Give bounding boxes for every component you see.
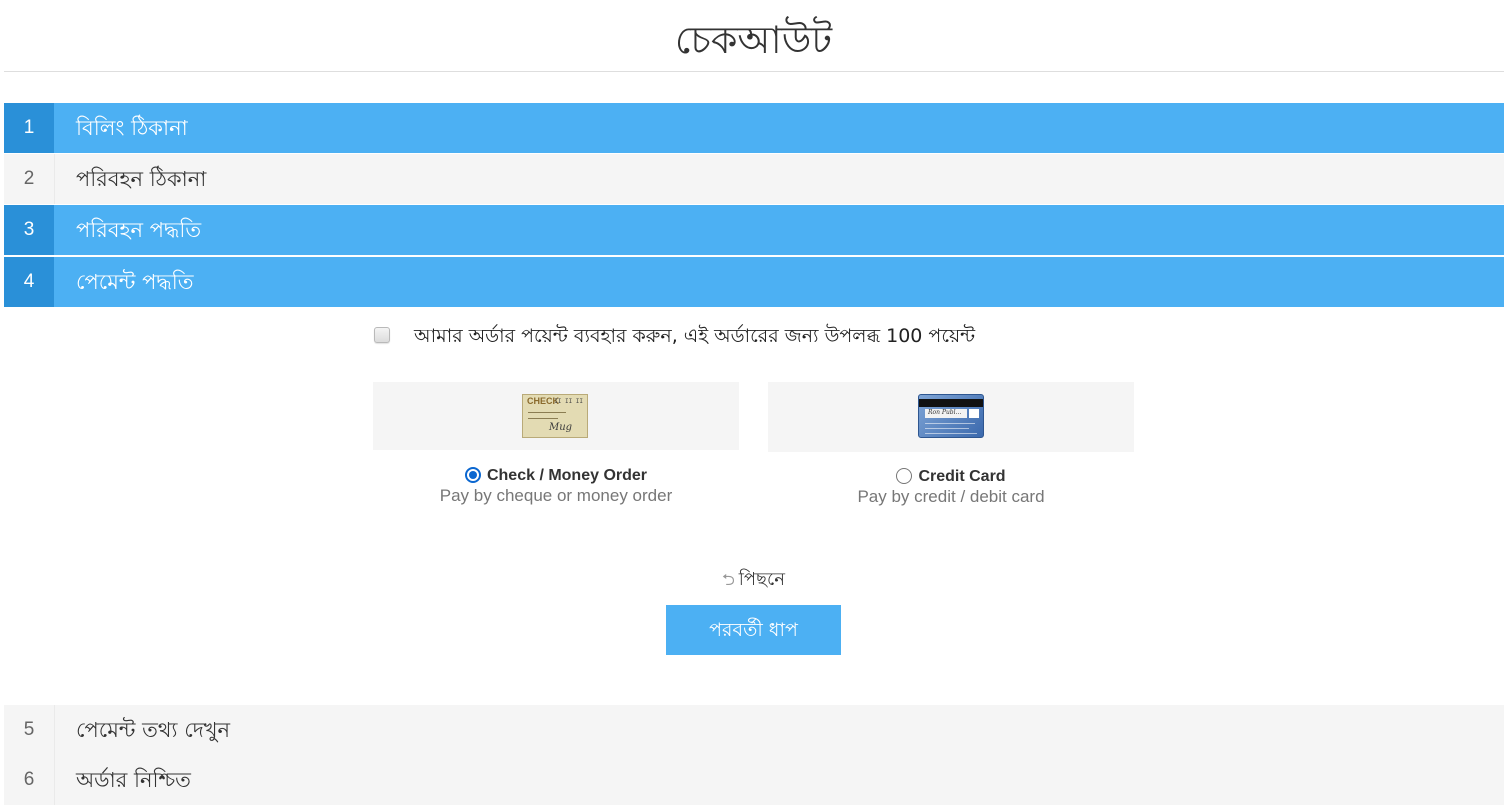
step-label: পেমেন্ট পদ্ধতি [76, 270, 194, 294]
card-signature-strip: Ron Publ... [925, 409, 967, 418]
card-magnetic-stripe [919, 399, 983, 407]
step-shipping-method[interactable]: 3 পরিবহন পদ্ধতি [4, 205, 1504, 255]
step-payment-method[interactable]: 4 পেমেন্ট পদ্ধতি [4, 257, 1504, 307]
step-number: 3 [4, 205, 54, 255]
radio-credit-card[interactable] [896, 468, 913, 484]
card-line [925, 433, 977, 434]
payment-method-card-name[interactable]: Credit Card [768, 467, 1134, 486]
step-order-confirm[interactable]: 6 অর্ডার নিশ্চিত [4, 755, 1504, 805]
check-image-signature: Mug [549, 422, 573, 433]
step-number: 4 [4, 257, 54, 307]
step-billing-address[interactable]: 1 বিলিং ঠিকানা [4, 103, 1504, 153]
check-image-code: II II II [554, 398, 583, 405]
payment-method-check: Check / Money Order Pay by cheque or mon… [373, 466, 739, 507]
back-label: পিছনে [738, 569, 786, 590]
card-line [925, 423, 975, 424]
step-number: 1 [4, 103, 54, 153]
step-label: পরিবহন পদ্ধতি [76, 218, 202, 242]
check-icon[interactable]: CHECK II II II Mug [522, 394, 588, 438]
step-review-payment[interactable]: 5 পেমেন্ট তথ্য দেখুন [4, 705, 1504, 755]
back-link[interactable]: ⮌ পিছনে [0, 568, 1507, 592]
payment-method-check-box[interactable]: CHECK II II II Mug [373, 382, 739, 450]
reward-points-checkbox[interactable] [374, 327, 390, 343]
step-label: পরিবহন ঠিকানা [76, 167, 207, 191]
next-step-button[interactable]: পরবর্তী ধাপ [666, 605, 841, 655]
card-cvv-box [969, 409, 979, 418]
reward-points-label[interactable]: আমার অর্ডার পয়েন্ট ব্যবহার করুন, এই অর্… [414, 322, 975, 350]
check-image-line [528, 412, 566, 413]
payment-method-card-box[interactable]: Ron Publ... [768, 382, 1134, 452]
back-arrow-icon: ⮌ [721, 570, 735, 589]
step-label: বিলিং ঠিকানা [76, 116, 188, 140]
step-label: পেমেন্ট তথ্য দেখুন [76, 718, 231, 742]
card-line [925, 428, 969, 429]
payment-method-card-description: Pay by credit / debit card [857, 487, 1045, 506]
radio-check-money-order[interactable] [464, 467, 481, 483]
step-number: 5 [4, 705, 55, 755]
payment-method-check-name[interactable]: Check / Money Order [373, 466, 739, 485]
step-number: 6 [4, 755, 55, 805]
step-number: 2 [4, 154, 55, 204]
page-title: চেকআউট [674, 18, 833, 62]
step-shipping-address[interactable]: 2 পরিবহন ঠিকানা [4, 154, 1504, 204]
title-divider [4, 71, 1504, 72]
payment-method-card: Credit Card Pay by credit / debit card [768, 467, 1134, 508]
payment-method-check-description: Pay by cheque or money order [439, 486, 673, 505]
step-label: অর্ডার নিশ্চিত [76, 768, 191, 792]
credit-card-icon[interactable]: Ron Publ... [918, 394, 984, 438]
check-image-line [528, 418, 558, 419]
